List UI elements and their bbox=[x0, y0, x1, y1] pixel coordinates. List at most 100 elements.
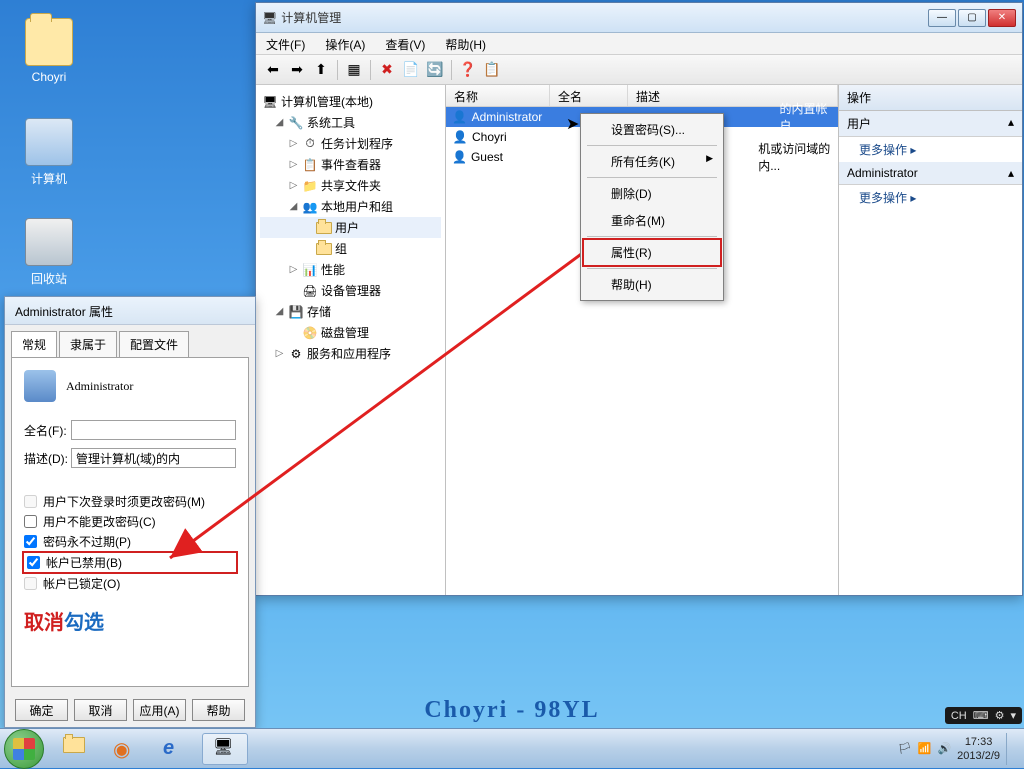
refresh-button[interactable]: 🔄 bbox=[424, 59, 446, 81]
check-cannot-change[interactable]: 用户不能更改密码(C) bbox=[24, 513, 236, 530]
show-hide-button[interactable]: ▦ bbox=[343, 59, 365, 81]
mgmt-icon: 🖥 bbox=[262, 11, 277, 25]
tab-profile[interactable]: 配置文件 bbox=[119, 331, 189, 357]
checkbox[interactable] bbox=[24, 495, 37, 508]
cancel-button[interactable]: 取消 bbox=[74, 699, 127, 721]
actions-more-admin[interactable]: 更多操作 ▸ bbox=[839, 185, 1022, 210]
desktop-icon-recycle[interactable]: 回收站 bbox=[14, 218, 84, 287]
taskbar-mediaplayer[interactable]: ◉ bbox=[102, 733, 148, 765]
ie-icon: e bbox=[163, 737, 187, 761]
windows-icon bbox=[13, 738, 35, 760]
menu-view[interactable]: 查看(V) bbox=[375, 33, 435, 54]
menu-help[interactable]: 帮助(H) bbox=[435, 33, 496, 54]
start-button[interactable] bbox=[4, 729, 44, 769]
back-button[interactable]: ⬅ bbox=[262, 59, 284, 81]
checkbox[interactable] bbox=[24, 535, 37, 548]
checkbox[interactable] bbox=[24, 515, 37, 528]
dialog-title[interactable]: Administrator 属性 bbox=[5, 297, 255, 325]
menu-file[interactable]: 文件(F) bbox=[256, 33, 315, 54]
expand-icon[interactable]: ◢ bbox=[274, 117, 285, 128]
taskbar-ie[interactable]: e bbox=[152, 733, 198, 765]
close-button[interactable]: ✕ bbox=[988, 9, 1016, 27]
options-icon[interactable]: ⚙ bbox=[995, 709, 1005, 722]
expand-icon[interactable]: ▷ bbox=[274, 348, 285, 359]
chevron-up-icon: ▴ bbox=[1008, 166, 1014, 180]
cm-alltasks[interactable]: 所有任务(K) bbox=[583, 148, 721, 175]
tree-eventviewer[interactable]: ▷📋事件查看器 bbox=[260, 154, 441, 175]
tree-tasksched[interactable]: ▷⏱任务计划程序 bbox=[260, 133, 441, 154]
desktop-icon-computer[interactable]: 计算机 bbox=[14, 118, 84, 187]
fullname-input[interactable] bbox=[71, 420, 236, 440]
actions-user-header[interactable]: 用户▴ bbox=[839, 111, 1022, 137]
expand-icon[interactable]: ▷ bbox=[288, 180, 299, 191]
forward-button[interactable]: ➡ bbox=[286, 59, 308, 81]
actions-more[interactable]: 更多操作 ▸ bbox=[839, 137, 1022, 162]
tree-diskmgr[interactable]: 📀磁盘管理 bbox=[260, 322, 441, 343]
lang-indicator[interactable]: CH bbox=[951, 710, 967, 722]
minimize-button[interactable]: — bbox=[928, 9, 956, 27]
desktop-icon-label: Choyri bbox=[14, 70, 84, 84]
check-must-change[interactable]: 用户下次登录时须更改密码(M) bbox=[24, 493, 236, 510]
tree-perf[interactable]: ▷📊性能 bbox=[260, 259, 441, 280]
expand-icon[interactable]: ▷ bbox=[288, 264, 299, 275]
expand-icon[interactable]: ▷ bbox=[288, 138, 299, 149]
tray-volume-icon[interactable]: 🔊 bbox=[937, 742, 951, 755]
cm-help[interactable]: 帮助(H) bbox=[583, 271, 721, 298]
export-button[interactable]: 📋 bbox=[481, 59, 503, 81]
checkbox[interactable] bbox=[24, 577, 37, 590]
desktop-icon-choyri[interactable]: Choyri bbox=[14, 18, 84, 84]
titlebar[interactable]: 🖥 计算机管理 — ▢ ✕ bbox=[256, 3, 1022, 33]
cm-rename[interactable]: 重命名(M) bbox=[583, 207, 721, 234]
tree-systools[interactable]: ◢🔧系统工具 bbox=[260, 112, 441, 133]
taskbar-mgmt[interactable]: 🖥 bbox=[202, 733, 248, 765]
cm-properties[interactable]: 属性(R) bbox=[583, 239, 721, 266]
maximize-button[interactable]: ▢ bbox=[958, 9, 986, 27]
tree-services[interactable]: ▷⚙服务和应用程序 bbox=[260, 343, 441, 364]
apply-button[interactable]: 应用(A) bbox=[133, 699, 186, 721]
taskbar-explorer[interactable] bbox=[52, 733, 98, 765]
language-bar[interactable]: CH ⌨ ⚙ ▾ bbox=[945, 707, 1022, 724]
check-locked[interactable]: 帐户已锁定(O) bbox=[24, 575, 236, 592]
cm-delete[interactable]: 删除(D) bbox=[583, 180, 721, 207]
desc-input[interactable] bbox=[71, 448, 236, 468]
expand-icon[interactable]: ◢ bbox=[274, 306, 285, 317]
check-never-expire[interactable]: 密码永不过期(P) bbox=[24, 533, 236, 550]
help-button[interactable]: ❓ bbox=[457, 59, 479, 81]
separator bbox=[587, 177, 717, 178]
tree-groups[interactable]: 组 bbox=[260, 238, 441, 259]
desktop-icon-label: 回收站 bbox=[14, 270, 84, 287]
service-icon: ⚙ bbox=[288, 346, 304, 362]
checkbox[interactable] bbox=[27, 556, 40, 569]
tree-root[interactable]: 🖥计算机管理(本地) bbox=[260, 91, 441, 112]
tree-localusers[interactable]: ◢👥本地用户和组 bbox=[260, 196, 441, 217]
window-title: 🖥 计算机管理 bbox=[262, 9, 928, 26]
tray-clock[interactable]: 17:33 2013/2/9 bbox=[957, 735, 1000, 763]
tab-general[interactable]: 常规 bbox=[11, 331, 57, 357]
show-desktop-button[interactable] bbox=[1006, 733, 1016, 765]
delete-button[interactable]: ✖ bbox=[376, 59, 398, 81]
menu-action[interactable]: 操作(A) bbox=[315, 33, 375, 54]
help-button[interactable]: 帮助 bbox=[192, 699, 245, 721]
tree-users[interactable]: 用户 bbox=[260, 217, 441, 238]
user-icon: 👤 bbox=[452, 109, 468, 125]
user-icon: 👤 bbox=[452, 149, 467, 165]
tab-memberof[interactable]: 隶属于 bbox=[59, 331, 117, 357]
tree-shared[interactable]: ▷📁共享文件夹 bbox=[260, 175, 441, 196]
up-button[interactable]: ⬆ bbox=[310, 59, 332, 81]
col-name[interactable]: 名称 bbox=[446, 85, 550, 106]
expand-icon[interactable]: ▷ bbox=[288, 159, 299, 170]
tree-devmgr[interactable]: 🖨设备管理器 bbox=[260, 280, 441, 301]
cm-setpassword[interactable]: 设置密码(S)... bbox=[583, 116, 721, 143]
tray-flag-icon[interactable]: 🏳 bbox=[898, 742, 912, 755]
tray-network-icon[interactable]: 📶 bbox=[918, 742, 932, 755]
tree-storage[interactable]: ◢💾存储 bbox=[260, 301, 441, 322]
col-fullname[interactable]: 全名 bbox=[550, 85, 628, 106]
ok-button[interactable]: 确定 bbox=[15, 699, 68, 721]
check-disabled[interactable]: 帐户已禁用(B) bbox=[24, 553, 236, 572]
actions-admin-header[interactable]: Administrator▴ bbox=[839, 162, 1022, 185]
properties-button[interactable]: 📄 bbox=[400, 59, 422, 81]
expand-icon[interactable]: ◢ bbox=[288, 201, 299, 212]
chevron-down-icon[interactable]: ▾ bbox=[1010, 709, 1016, 722]
separator bbox=[587, 145, 717, 146]
keyboard-icon[interactable]: ⌨ bbox=[973, 709, 989, 722]
